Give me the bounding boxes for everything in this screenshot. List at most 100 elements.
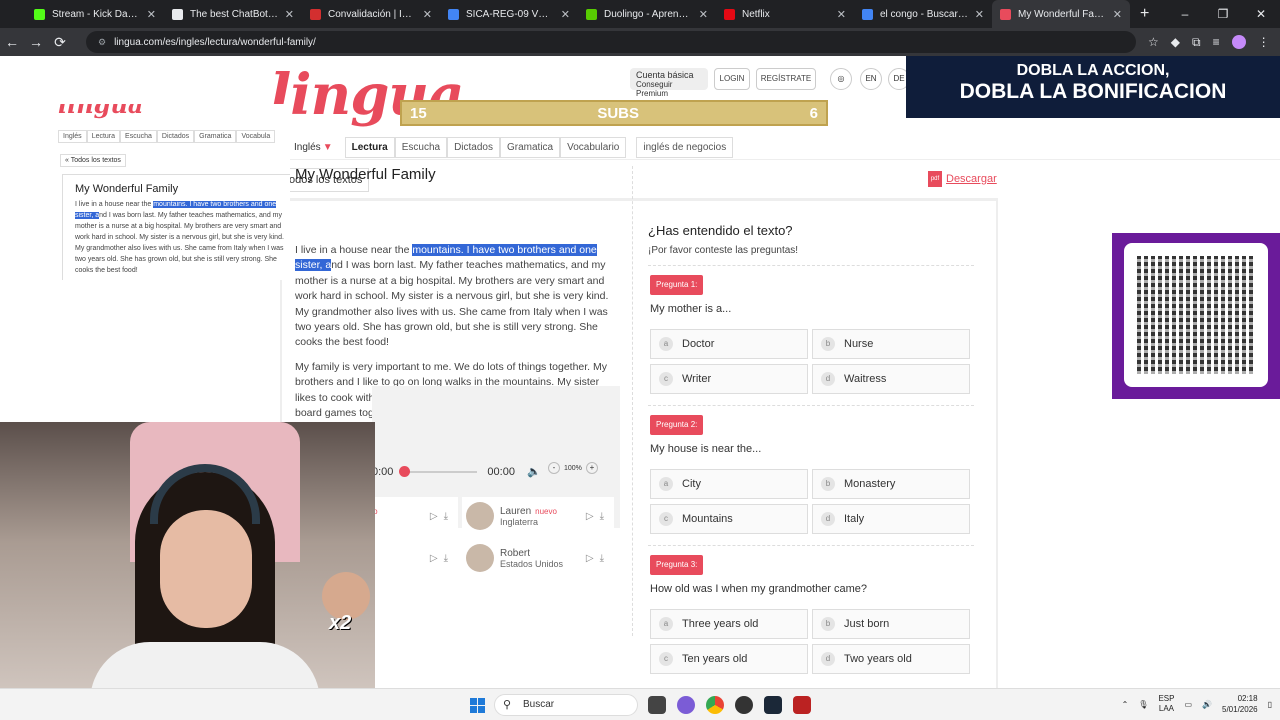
article-paragraph-1: I live in a house near the mountains. I … [295,243,617,351]
notification-icon[interactable]: ▯ [1268,700,1272,709]
tab-title: el congo - Buscar con Go [880,8,969,20]
speed-plus-icon[interactable]: + [585,462,598,474]
browser-tab[interactable]: Stream - Kick Dashboard ✕ [26,0,164,28]
answer-option[interactable]: b Nurse [812,329,970,359]
puzzle-icon[interactable]: ⧉ [1192,35,1201,50]
main-menu: Inglés ▼ Lectura Escucha Dictados Gramat… [272,136,734,158]
network-icon[interactable]: ▭ [1184,700,1192,709]
answer-option[interactable]: c Mountains [650,504,808,534]
browser-tab[interactable]: Netflix ✕ [716,0,854,28]
answer-option[interactable]: d Waitress [812,364,970,394]
clock[interactable]: 02:18 5/01/2026 [1222,693,1258,715]
answer-option[interactable]: a Doctor [650,329,808,359]
close-tab-icon[interactable]: ✕ [147,8,156,21]
reload-icon[interactable]: ⟳ [48,34,72,51]
answer-option[interactable]: c Ten years old [650,644,808,674]
question-text: My house is near the... [650,443,762,455]
question-tag: Pregunta 2: [650,415,704,435]
browser-tab[interactable]: My Wonderful Family - Te ✕ [992,0,1130,28]
speaker-icon[interactable]: 🔊 [1202,700,1212,709]
microphone-icon[interactable]: 🎙 [1138,700,1148,709]
progress-knob[interactable] [399,465,411,477]
game-app-icon[interactable] [793,696,811,714]
close-tab-icon[interactable]: ✕ [975,8,984,21]
profile-avatar[interactable] [1231,35,1246,49]
windows-start-icon[interactable] [470,698,485,713]
taskbar-apps [648,696,811,714]
play-download-icon[interactable]: ▷⤓ [430,553,454,564]
close-tab-icon[interactable]: ✕ [1113,8,1122,21]
close-tab-icon[interactable]: ✕ [837,8,846,21]
browser-tab[interactable]: Convalidación | Inglés UP ✕ [302,0,440,28]
extension-icon[interactable]: ◆ [1171,35,1180,49]
browser-tab[interactable]: The best ChatBot and Wi ✕ [164,0,302,28]
question-tag: Pregunta 3: [650,555,704,575]
taskbar-search[interactable]: ⚲ Buscar [494,694,638,716]
answer-option[interactable]: d Two years old [812,644,970,674]
browser-tab[interactable]: el congo - Buscar con Go ✕ [854,0,992,28]
kebab-menu-icon[interactable]: ⋮ [1258,35,1270,49]
menu-lines-icon[interactable]: ≡ [1213,35,1220,49]
quiz-title: ¿Has entendido el texto? [648,223,793,238]
voice-option[interactable]: Robert Estados Unidos ▷⤓ [462,539,614,577]
input-language[interactable]: ESP LAA [1158,694,1174,714]
forward-arrow-icon[interactable]: → [24,34,48,50]
account-upgrade: Conseguir Premium [636,80,673,98]
qr-card [1124,243,1268,387]
maximize-icon[interactable]: ❐ [1204,0,1242,28]
url-field[interactable]: ⚙ lingua.com/es/ingles/lectura/wonderful… [86,31,1136,53]
chrome-icon[interactable] [706,696,724,714]
answer-option[interactable]: a Three years old [650,609,808,639]
answer-option[interactable]: b Just born [812,609,970,639]
webcam-overlay: x2 [0,422,375,688]
close-tab-icon[interactable]: ✕ [423,8,432,21]
volume-icon[interactable]: 🔈 [527,465,541,478]
account-box[interactable]: Cuenta básica Conseguir Premium [630,68,708,98]
browser-tab[interactable]: Duolingo - Aprende con l ✕ [578,0,716,28]
menu-item-escucha[interactable]: Escucha [394,136,448,158]
menu-item-business[interactable]: inglés de negocios [636,136,734,158]
language-label: Inglés [294,141,321,153]
audio-progress-track[interactable] [399,465,478,477]
download-link[interactable]: pdf Descargar [928,171,997,187]
globe-icon[interactable]: ◎ [830,68,852,90]
answer-option[interactable]: c Writer [650,364,808,394]
register-button[interactable]: REGÍSTRATE [756,68,816,90]
answer-option[interactable]: a City [650,469,808,499]
close-tab-icon[interactable]: ✕ [699,8,708,21]
tray-chevron-icon[interactable]: ⌃ [1122,700,1129,709]
new-tab-icon[interactable]: + [1140,5,1149,23]
voice-option[interactable]: Lauren nuevo Inglaterra ▷⤓ [462,497,614,535]
streamer-shirt [90,642,320,688]
browser-tab[interactable]: SICA-REG-09 VER06 REGI ✕ [440,0,578,28]
back-arrow-icon[interactable]: ← [0,34,24,50]
answer-option[interactable]: d Italy [812,504,970,534]
obs-icon[interactable] [735,696,753,714]
play-download-icon[interactable]: ▷⤓ [586,511,610,522]
menu-item-lectura[interactable]: Lectura [344,136,395,158]
speed-minus-icon[interactable]: - [548,462,560,474]
option-label: Two years old [844,653,912,665]
play-download-icon[interactable]: ▷⤓ [430,511,454,522]
lang-en-button[interactable]: EN [860,68,882,90]
minimize-icon[interactable]: – [1166,0,1204,28]
question-divider [648,265,974,266]
discord-icon[interactable] [677,696,695,714]
star-bookmark-icon[interactable]: ☆ [1148,35,1159,49]
menu-item-vocabulario[interactable]: Vocabulario [560,136,627,158]
menu-item-dictados[interactable]: Dictados [447,136,500,158]
menu-item-gramatica[interactable]: Gramatica [499,136,561,158]
task-view-icon[interactable] [648,696,666,714]
p1-highlight-a: mountains. I have two brothers and one [412,244,597,256]
captured-menu-lectura: Lectura [86,130,121,143]
streamer-face [160,510,252,628]
answer-option[interactable]: b Monastery [812,469,970,499]
subs-current: 15 [410,104,427,122]
play-download-icon[interactable]: ▷⤓ [586,553,610,564]
close-tab-icon[interactable]: ✕ [561,8,570,21]
close-window-icon[interactable]: ✕ [1242,0,1280,28]
close-tab-icon[interactable]: ✕ [285,8,294,21]
site-info-icon[interactable]: ⚙ [98,37,106,48]
login-button[interactable]: LOGIN [714,68,750,90]
steam-icon[interactable] [764,696,782,714]
